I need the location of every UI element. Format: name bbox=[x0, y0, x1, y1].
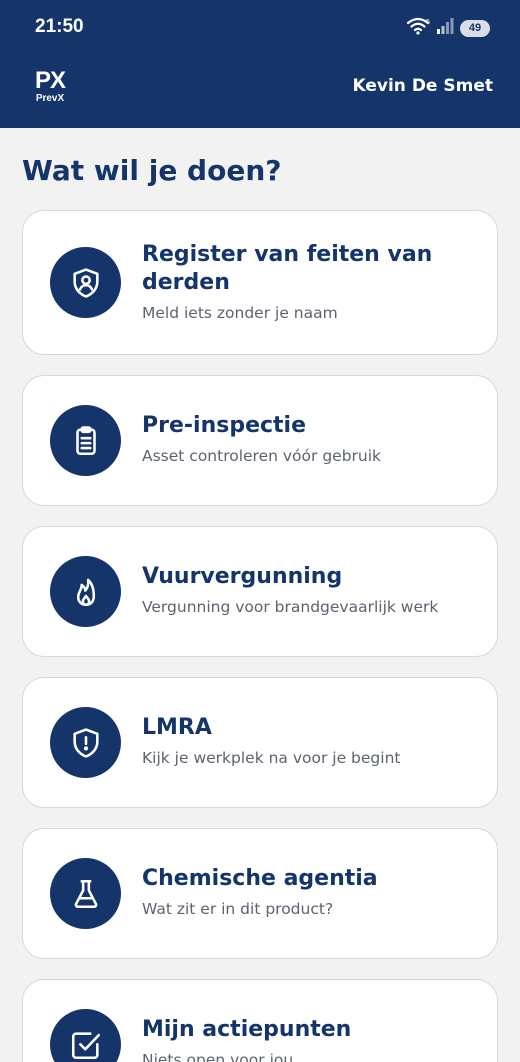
logo-text: PrevX bbox=[35, 93, 65, 104]
checkbox-icon bbox=[50, 1009, 121, 1062]
action-card-mijn-actiepunten[interactable]: Mijn actiepunten Niets open voor jou bbox=[22, 979, 498, 1062]
app-header: 21:50 5 49 PX PrevX Kevin De Smet bbox=[0, 0, 520, 128]
action-card-vuurvergunning[interactable]: Vuurvergunning Vergunning voor brandgeva… bbox=[22, 526, 498, 657]
clipboard-icon bbox=[50, 405, 121, 476]
action-card-lmra[interactable]: LMRA Kijk je werkplek na voor je begint bbox=[22, 677, 498, 808]
logo-mark: PX bbox=[34, 67, 66, 94]
network-type-label: 5 bbox=[426, 19, 430, 26]
action-subtitle: Niets open voor jou bbox=[142, 1051, 294, 1062]
flask-icon bbox=[50, 858, 121, 929]
action-card-pre-inspectie[interactable]: Pre-inspectie Asset controleren vóór geb… bbox=[22, 375, 498, 506]
action-title: Register van feiten van derden bbox=[142, 242, 433, 295]
status-icons: 5 49 bbox=[406, 17, 490, 39]
app-logo[interactable]: PX PrevX bbox=[34, 68, 66, 106]
flame-icon bbox=[50, 556, 121, 627]
user-name[interactable]: Kevin De Smet bbox=[352, 76, 493, 96]
action-subtitle: Kijk je werkplek na voor je begint bbox=[142, 749, 401, 767]
shield-alert-icon bbox=[50, 707, 121, 778]
action-title: Vuurvergunning bbox=[142, 564, 343, 589]
action-card-chemische-agentia[interactable]: Chemische agentia Wat zit er in dit prod… bbox=[22, 828, 498, 959]
action-subtitle: Meld iets zonder je naam bbox=[142, 304, 338, 322]
shield-user-icon bbox=[50, 247, 121, 318]
action-subtitle: Asset controleren vóór gebruik bbox=[142, 447, 382, 465]
action-title: Chemische agentia bbox=[142, 866, 378, 891]
status-time: 21:50 bbox=[35, 16, 84, 37]
action-subtitle: Wat zit er in dit product? bbox=[142, 900, 334, 918]
action-title: LMRA bbox=[142, 715, 212, 740]
battery-indicator: 49 bbox=[460, 19, 490, 37]
signal-icon bbox=[436, 17, 454, 39]
action-title: Mijn actiepunten bbox=[142, 1017, 352, 1042]
status-bar: 21:50 5 49 bbox=[0, 0, 520, 56]
action-subtitle: Vergunning voor brandgevaarlijk werk bbox=[142, 598, 439, 616]
action-title: Pre-inspectie bbox=[142, 413, 307, 438]
wifi-icon: 5 bbox=[406, 16, 430, 40]
action-card-register[interactable]: Register van feiten van derden Meld iets… bbox=[22, 210, 498, 355]
page-title: Wat wil je doen? bbox=[22, 154, 282, 187]
